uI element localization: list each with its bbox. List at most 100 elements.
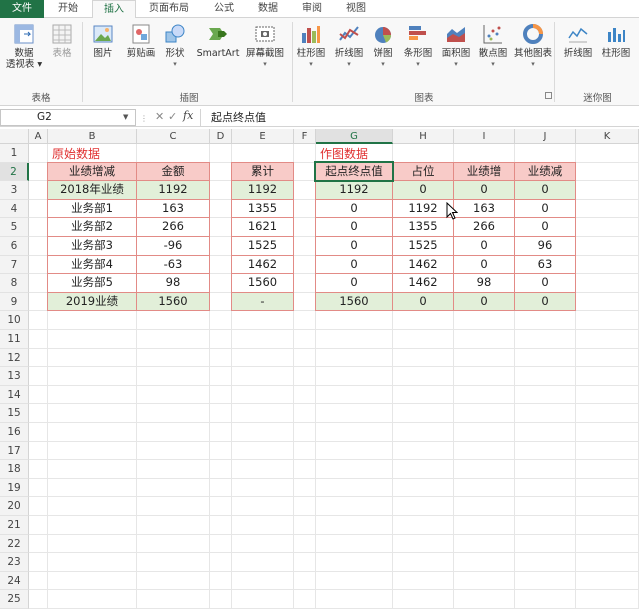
table-cell[interactable]: -	[232, 292, 293, 311]
shapes-button[interactable]: 形状 ▾	[160, 22, 190, 70]
table-cell[interactable]: 业务部3	[48, 237, 136, 255]
row-header-11[interactable]: 11	[0, 330, 29, 349]
table-cell[interactable]: 163	[454, 200, 514, 218]
table-cell[interactable]: -96	[137, 237, 209, 255]
tab-review[interactable]: 审阅	[292, 0, 332, 18]
cancel-icon[interactable]: ✕	[155, 110, 164, 123]
row-header-12[interactable]: 12	[0, 348, 29, 368]
insert-function-icon[interactable]: fx	[183, 109, 193, 122]
table-cell[interactable]: 0	[515, 181, 575, 199]
row-header-5[interactable]: 5	[0, 218, 29, 237]
table-cell[interactable]: 98	[137, 274, 209, 292]
table-cell[interactable]: 1560	[137, 292, 209, 311]
select-all-corner[interactable]	[0, 129, 29, 144]
table-header-cell[interactable]: 业绩增减	[48, 162, 136, 181]
table-cell[interactable]: 0	[454, 237, 514, 255]
name-box-dropdown-icon[interactable]: ▼	[123, 113, 128, 121]
area-chart-button[interactable]: 面积图 ▾	[438, 22, 474, 70]
scatter-chart-button[interactable]: 散点图 ▾	[476, 22, 510, 70]
row-header-20[interactable]: 20	[0, 497, 29, 516]
table-cell[interactable]: 0	[454, 292, 514, 311]
table-cell[interactable]: 0	[515, 292, 575, 311]
table-cell[interactable]: 63	[515, 256, 575, 274]
sparkline-line-button[interactable]: 折线图	[560, 22, 596, 59]
table-cell[interactable]: 0	[316, 200, 392, 218]
row-header-23[interactable]: 23	[0, 553, 29, 572]
row-header-25[interactable]: 25	[0, 590, 29, 609]
table-cell[interactable]: 1525	[232, 237, 293, 255]
table-cell[interactable]: 0	[515, 218, 575, 236]
table-button[interactable]: 表格	[48, 22, 76, 59]
column-header-c[interactable]: C	[137, 129, 210, 144]
row-header-4[interactable]: 4	[0, 199, 29, 219]
row-header-22[interactable]: 22	[0, 534, 29, 554]
table-cell[interactable]: 业务部2	[48, 218, 136, 236]
row-header-6[interactable]: 6	[0, 237, 29, 256]
table-header-cell[interactable]: 业绩增	[454, 162, 514, 181]
table-cell[interactable]: 2018年业绩	[48, 181, 136, 199]
table-cell[interactable]: 96	[515, 237, 575, 255]
table-header-cell[interactable]: 金额	[137, 162, 209, 181]
column-header-i[interactable]: I	[454, 129, 515, 144]
column-header-f[interactable]: F	[294, 129, 316, 144]
enter-icon[interactable]: ✓	[168, 110, 177, 123]
charts-dialog-launcher-icon[interactable]	[545, 92, 552, 99]
column-chart-button[interactable]: 柱形图 ▾	[294, 22, 328, 70]
table-cell[interactable]: 0	[454, 256, 514, 274]
row-header-18[interactable]: 18	[0, 460, 29, 479]
table-cell[interactable]: 1192	[393, 200, 453, 218]
row-header-10[interactable]: 10	[0, 311, 29, 330]
table-header-cell[interactable]: 业绩减	[515, 162, 575, 181]
table-cell[interactable]: 1192	[137, 181, 209, 199]
clipart-button[interactable]: 剪贴画	[124, 22, 158, 59]
table-cell[interactable]: 1621	[232, 218, 293, 236]
column-header-a[interactable]: A	[29, 129, 48, 144]
table-cell[interactable]: 0	[454, 181, 514, 199]
smartart-button[interactable]: SmartArt	[196, 22, 240, 59]
row-header-13[interactable]: 13	[0, 367, 29, 386]
table-cell[interactable]: 0	[393, 181, 453, 199]
table-cell[interactable]: 0	[393, 292, 453, 311]
row-header-14[interactable]: 14	[0, 385, 29, 405]
table-header-cell[interactable]: 累计	[232, 162, 293, 181]
table-cell[interactable]: 1462	[393, 256, 453, 274]
name-box[interactable]: G2	[0, 109, 136, 126]
tab-file[interactable]: 文件	[0, 0, 44, 18]
table-cell[interactable]: 1560	[316, 292, 392, 311]
table-cell[interactable]: 0	[316, 237, 392, 255]
column-header-k[interactable]: K	[576, 129, 639, 144]
table-cell[interactable]: 266	[454, 218, 514, 236]
row-header-7[interactable]: 7	[0, 255, 29, 275]
table-cell[interactable]: 0	[515, 274, 575, 292]
table-cell[interactable]: 1462	[232, 256, 293, 274]
table-cell[interactable]: 0	[316, 274, 392, 292]
formula-input[interactable]: 起点终点值	[200, 109, 639, 126]
row-header-16[interactable]: 16	[0, 423, 29, 442]
row-header-15[interactable]: 15	[0, 404, 29, 423]
row-header-17[interactable]: 17	[0, 441, 29, 461]
tab-insert[interactable]: 插入	[92, 0, 136, 19]
column-header-j[interactable]: J	[515, 129, 576, 144]
row-header-21[interactable]: 21	[0, 516, 29, 535]
sparkline-column-button[interactable]: 柱形图	[598, 22, 634, 59]
pivot-table-button[interactable]: 数据 透视表 ▾	[2, 22, 46, 70]
row-header-19[interactable]: 19	[0, 478, 29, 498]
tab-view[interactable]: 视图	[336, 0, 376, 18]
table-cell[interactable]: 业务部1	[48, 200, 136, 218]
table-cell[interactable]: 163	[137, 200, 209, 218]
table-cell[interactable]: 0	[515, 200, 575, 218]
table-cell[interactable]: 业务部5	[48, 274, 136, 292]
row-header-8[interactable]: 8	[0, 274, 29, 293]
other-charts-button[interactable]: 其他图表 ▾	[512, 22, 554, 70]
column-header-d[interactable]: D	[210, 129, 232, 144]
screenshot-button[interactable]: 屏幕截图 ▾	[244, 22, 286, 70]
table-cell[interactable]: 1462	[393, 274, 453, 292]
row-header-1[interactable]: 1	[0, 144, 29, 163]
picture-button[interactable]: 图片	[88, 22, 118, 59]
spreadsheet-grid[interactable]: A B C D E F G H I J K 1 2 3 4 5 6 7 8 9 10 11 12 13 14 15 16 17 18 19…	[0, 129, 639, 613]
table-cell[interactable]: 2019业绩	[48, 292, 136, 311]
row-header-24[interactable]: 24	[0, 571, 29, 591]
table-cell[interactable]: -63	[137, 256, 209, 274]
table-cell[interactable]: 1192	[232, 181, 293, 199]
row-header-9[interactable]: 9	[0, 292, 29, 312]
